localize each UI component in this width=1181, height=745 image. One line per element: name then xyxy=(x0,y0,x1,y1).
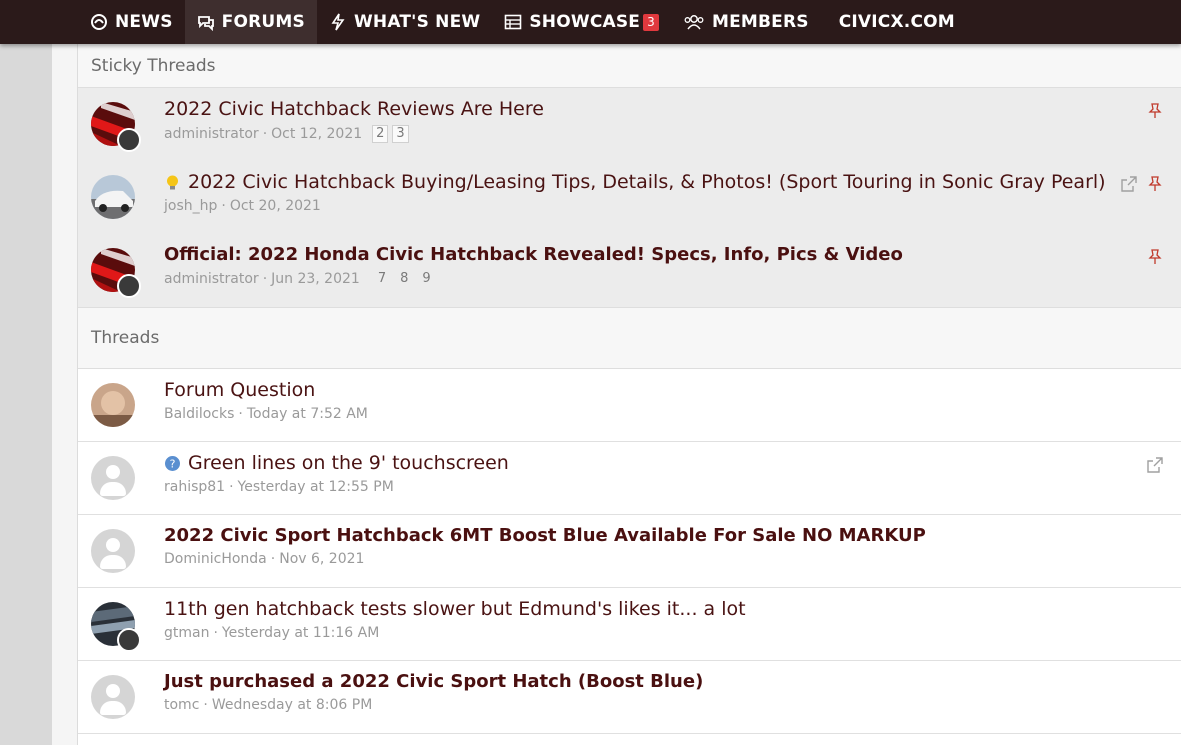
news-icon xyxy=(91,14,107,30)
thread-date[interactable]: Oct 20, 2021 xyxy=(230,198,321,214)
thread-title[interactable]: 11th gen hatchback tests slower but Edmu… xyxy=(164,598,746,620)
sticky-thread-row: Official: 2022 Honda Civic Hatchback Rev… xyxy=(78,234,1181,307)
page-link[interactable]: 2 xyxy=(372,125,389,143)
thread-date[interactable]: Today at 7:52 AM xyxy=(247,406,368,422)
left-gutter xyxy=(0,44,52,745)
redirect-icon xyxy=(1147,457,1163,473)
nav-showcase-label: SHOWCASE xyxy=(529,12,641,32)
thread-author[interactable]: gtman xyxy=(164,625,209,641)
nav-forums-label: FORUMS xyxy=(221,12,305,32)
pin-icon xyxy=(1148,176,1162,191)
thread-title[interactable]: 2022 Civic Hatchback Buying/Leasing Tips… xyxy=(188,171,1106,193)
thread-date[interactable]: Nov 6, 2021 xyxy=(279,551,364,567)
showcase-badge: 3 xyxy=(643,13,659,31)
thread-title[interactable]: 2022 Civic Hatchback Reviews Are Here xyxy=(164,98,544,120)
page-link[interactable]: 9 xyxy=(418,270,434,288)
thread-title[interactable]: 2022 Civic Sport Hatchback 6MT Boost Blu… xyxy=(164,525,926,546)
nav-members[interactable]: MEMBERS xyxy=(671,0,821,44)
svg-text:?: ? xyxy=(170,457,176,470)
thread-date[interactable]: Wednesday at 8:06 PM xyxy=(212,697,372,713)
thread-title[interactable]: Official: 2022 Honda Civic Hatchback Rev… xyxy=(164,244,903,265)
nav-news[interactable]: NEWS xyxy=(78,0,185,44)
sticky-threads: 2022 Civic Hatchback Reviews Are Here ad… xyxy=(78,88,1181,307)
showcase-icon xyxy=(505,14,522,30)
thread-title[interactable]: Forum Question xyxy=(164,379,368,401)
redirect-icon xyxy=(1121,176,1137,192)
thread-list: Sticky Threads 2022 Civic Hatchback Revi… xyxy=(77,44,1181,745)
sticky-thread-row: 2022 Civic Hatchback Buying/Leasing Tips… xyxy=(78,161,1181,234)
thread-author[interactable]: administrator xyxy=(164,271,259,287)
avatar[interactable] xyxy=(91,529,135,573)
avatar-badge xyxy=(117,628,141,652)
avatar[interactable] xyxy=(91,456,135,500)
forums-icon xyxy=(197,16,214,31)
nav-forums[interactable]: FORUMS xyxy=(184,0,317,44)
thread-date[interactable]: Yesterday at 11:16 AM xyxy=(222,625,379,641)
thread-date[interactable]: Oct 12, 2021 xyxy=(271,126,362,142)
pin-icon xyxy=(1148,249,1162,264)
left-margin xyxy=(52,44,77,745)
page-link[interactable]: 7 xyxy=(374,270,390,288)
avatar-badge xyxy=(117,128,141,152)
avatar[interactable] xyxy=(91,175,135,219)
thread-author[interactable]: rahisp81 xyxy=(164,479,225,495)
thread-row: Just purchased a 2022 Civic Sport Hatch … xyxy=(78,661,1181,734)
pin-icon xyxy=(1148,103,1162,118)
thread-author[interactable]: DominicHonda xyxy=(164,551,267,567)
avatar[interactable] xyxy=(91,102,141,152)
sticky-threads-heading: Sticky Threads xyxy=(78,44,1181,88)
thread-row: 2022 Civic Sport Hatchback 6MT Boost Blu… xyxy=(78,515,1181,588)
default-avatar-icon xyxy=(91,675,135,719)
default-avatar-icon xyxy=(91,529,135,573)
avatar[interactable] xyxy=(91,602,141,652)
thread-author[interactable]: Baldilocks xyxy=(164,406,234,422)
nav-civicx[interactable]: CIVICX.COM xyxy=(827,0,967,44)
thread-row: ? Green lines on the 9' touchscreen rahi… xyxy=(78,442,1181,515)
page-link[interactable]: 8 xyxy=(396,270,412,288)
page-link[interactable]: 3 xyxy=(392,125,409,143)
nav-whats-new[interactable]: WHAT'S NEW xyxy=(317,0,492,44)
thread-author[interactable]: administrator xyxy=(164,126,259,142)
nav-civicx-label: CIVICX.COM xyxy=(838,12,955,32)
thread-date[interactable]: Yesterday at 12:55 PM xyxy=(238,479,394,495)
nav-whats-new-label: WHAT'S NEW xyxy=(353,12,481,32)
bolt-icon xyxy=(331,13,345,31)
top-navigation: NEWS FORUMS WHAT'S NEW SHOWCASE 3 MEMBER… xyxy=(0,0,1181,44)
thread-row: Forum Question Baldilocks · Today at 7:5… xyxy=(78,369,1181,442)
members-icon xyxy=(684,15,704,30)
nav-news-label: NEWS xyxy=(115,12,173,32)
lightbulb-icon xyxy=(167,175,178,189)
threads-heading: Threads xyxy=(78,307,1181,369)
question-icon: ? xyxy=(165,455,180,471)
avatar-badge xyxy=(117,274,141,298)
thread-author[interactable]: tomc xyxy=(164,697,199,713)
thread-title[interactable]: Just purchased a 2022 Civic Sport Hatch … xyxy=(164,671,703,692)
thread-title[interactable]: Green lines on the 9' touchscreen xyxy=(188,452,509,474)
avatar[interactable] xyxy=(91,675,135,719)
nav-members-label: MEMBERS xyxy=(711,12,809,32)
sticky-thread-row: 2022 Civic Hatchback Reviews Are Here ad… xyxy=(78,88,1181,161)
nav-showcase[interactable]: SHOWCASE 3 xyxy=(492,0,671,44)
avatar[interactable] xyxy=(91,383,135,427)
thread-author[interactable]: josh_hp xyxy=(164,198,217,214)
avatar[interactable] xyxy=(91,248,141,298)
default-avatar-icon xyxy=(91,456,135,500)
thread-row: 11th gen hatchback tests slower but Edmu… xyxy=(78,588,1181,661)
thread-date[interactable]: Jun 23, 2021 xyxy=(271,271,360,287)
